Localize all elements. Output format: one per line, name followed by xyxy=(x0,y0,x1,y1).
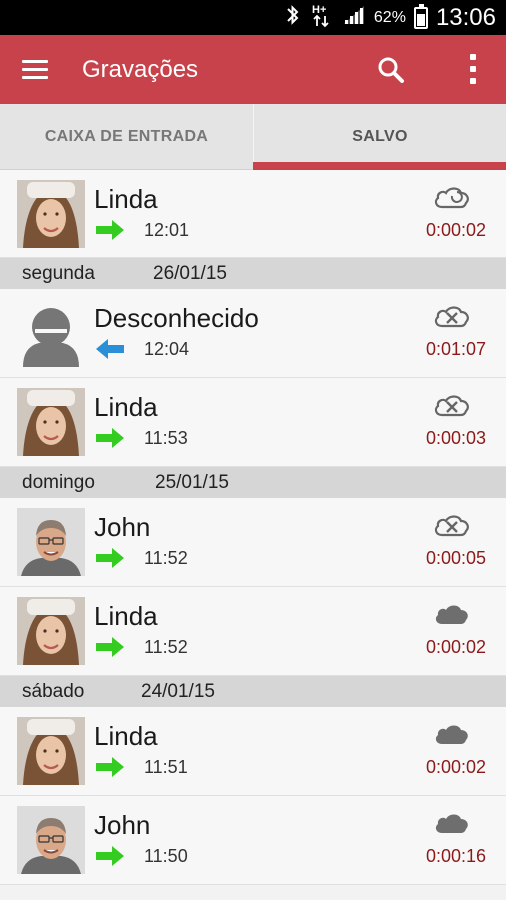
page-title: Gravações xyxy=(82,56,199,83)
call-duration: 0:01:07 xyxy=(425,339,486,359)
network-type-icon: H+ xyxy=(310,2,334,33)
cloud-off-icon[interactable] xyxy=(432,512,472,543)
call-duration: 0:00:03 xyxy=(425,428,486,448)
date-header: sábado 24/01/15 xyxy=(0,676,506,707)
menu-icon xyxy=(22,60,48,63)
battery-percent: 62% xyxy=(373,8,406,26)
date-header-date: 26/01/15 xyxy=(153,263,227,284)
unknown-person-icon xyxy=(17,299,85,367)
linda-avatar xyxy=(17,388,85,456)
search-button[interactable] xyxy=(376,55,406,85)
linda-avatar xyxy=(17,180,85,248)
cloud-filled-icon[interactable] xyxy=(432,810,472,841)
list-item[interactable]: Linda 11:52 0:00:02 xyxy=(0,587,506,676)
call-duration: 0:00:16 xyxy=(425,846,486,866)
date-header-date: 25/01/15 xyxy=(155,472,229,493)
app-bar: Gravações xyxy=(0,35,506,104)
tab-inbox[interactable]: CAIXA DE ENTRADA xyxy=(0,104,253,170)
list-item[interactable]: Linda 11:51 0:00:02 xyxy=(0,707,506,796)
call-duration: 0:00:02 xyxy=(425,220,486,240)
date-header-day: domingo xyxy=(22,472,95,493)
contact-name: John xyxy=(94,512,151,542)
call-duration: 0:00:02 xyxy=(425,637,486,657)
linda-avatar xyxy=(17,597,85,665)
call-time: 12:01 xyxy=(144,220,190,240)
cloud-sync-icon[interactable] xyxy=(432,184,472,215)
john-avatar xyxy=(17,806,85,874)
outgoing-arrow-icon xyxy=(96,757,126,782)
recordings-list: Linda 12:01 0:00:02 segunda 26/01/15 Des… xyxy=(0,170,506,885)
call-time: 11:51 xyxy=(144,757,188,777)
overflow-menu-button[interactable] xyxy=(466,52,480,88)
incoming-arrow-icon xyxy=(96,339,126,364)
bluetooth-icon xyxy=(284,3,302,32)
search-icon xyxy=(378,57,404,83)
date-header-date: 24/01/15 xyxy=(141,681,215,702)
status-icons: H+ 62% 13:06 xyxy=(284,0,496,35)
date-header: segunda 26/01/15 xyxy=(0,258,506,289)
battery-icon xyxy=(413,3,428,29)
contact-name: Linda xyxy=(94,721,158,751)
call-time: 11:52 xyxy=(144,548,188,568)
contact-name: John xyxy=(94,810,151,840)
john-avatar xyxy=(17,508,85,576)
call-duration: 0:00:05 xyxy=(425,548,486,568)
date-header-day: sábado xyxy=(22,681,85,702)
call-time: 11:50 xyxy=(144,846,188,866)
cloud-off-icon[interactable] xyxy=(432,392,472,423)
tab-selected-indicator xyxy=(253,162,506,170)
call-time: 11:53 xyxy=(144,428,188,448)
network-type-label: H+ xyxy=(312,4,326,16)
clock: 13:06 xyxy=(435,3,496,31)
contact-name: Linda xyxy=(94,601,158,631)
outgoing-arrow-icon xyxy=(96,637,126,662)
list-item[interactable]: John 11:52 0:00:05 xyxy=(0,498,506,587)
tab-saved[interactable]: SALVO xyxy=(253,104,506,170)
status-bar: H+ 62% 13:06 xyxy=(0,0,506,35)
list-item[interactable]: John 11:50 0:00:16 xyxy=(0,796,506,885)
date-header: domingo 25/01/15 xyxy=(0,467,506,498)
list-item[interactable]: Linda 12:01 0:00:02 xyxy=(0,170,506,258)
signal-strength-icon xyxy=(342,4,366,31)
contact-name: Linda xyxy=(94,184,158,214)
call-time: 12:04 xyxy=(144,339,190,359)
date-header-day: segunda xyxy=(22,263,95,284)
contact-name: Desconhecido xyxy=(94,303,259,333)
more-vert-icon xyxy=(470,54,476,60)
cloud-off-icon[interactable] xyxy=(432,303,472,334)
outgoing-arrow-icon xyxy=(96,548,126,573)
outgoing-arrow-icon xyxy=(96,428,126,453)
outgoing-arrow-icon xyxy=(96,220,126,245)
outgoing-arrow-icon xyxy=(96,846,126,871)
call-duration: 0:00:02 xyxy=(425,757,486,777)
menu-button[interactable] xyxy=(18,55,52,85)
cloud-filled-icon[interactable] xyxy=(432,601,472,632)
cloud-filled-icon[interactable] xyxy=(432,721,472,752)
tab-bar: CAIXA DE ENTRADA SALVO xyxy=(0,104,506,170)
list-item[interactable]: Linda 11:53 0:00:03 xyxy=(0,378,506,467)
linda-avatar xyxy=(17,717,85,785)
contact-name: Linda xyxy=(94,392,158,422)
call-time: 11:52 xyxy=(144,637,188,657)
list-item[interactable]: Desconhecido 12:04 0:01:07 xyxy=(0,289,506,378)
